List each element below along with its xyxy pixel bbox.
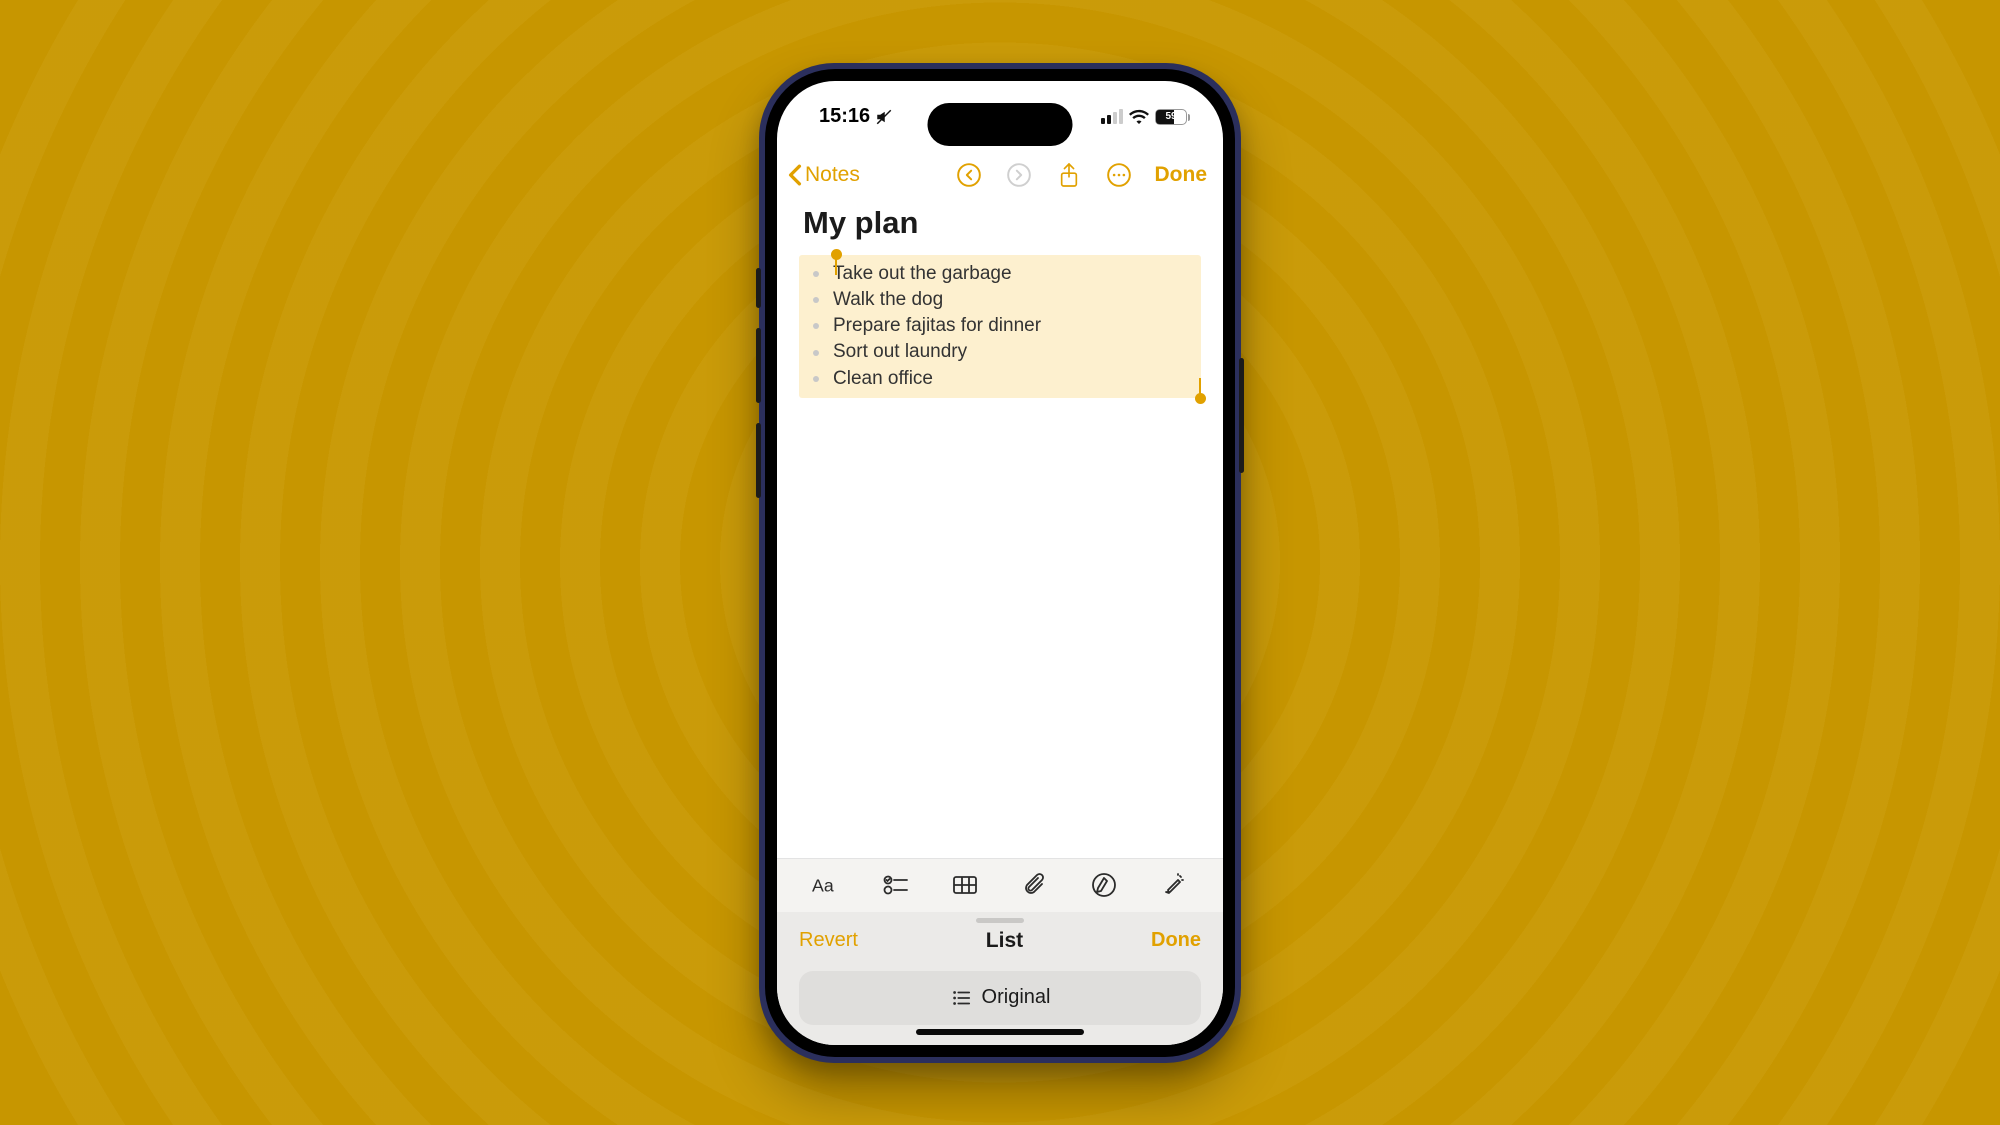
bullet-list[interactable]: Take out the garbage Walk the dog Prepar… xyxy=(799,261,1201,393)
selection-end-handle[interactable] xyxy=(1195,393,1206,404)
back-button[interactable]: Notes xyxy=(787,163,860,187)
mute-switch xyxy=(756,268,761,308)
list-bullet-icon xyxy=(950,987,972,1009)
paperclip-icon xyxy=(1023,872,1047,898)
list-item[interactable]: Clean office xyxy=(799,366,1201,392)
list-item[interactable]: Walk the dog xyxy=(799,287,1201,313)
battery-icon: 59 xyxy=(1155,109,1187,125)
dynamic-island xyxy=(928,103,1073,146)
text-selection-highlight[interactable]: Take out the garbage Walk the dog Prepar… xyxy=(799,255,1201,399)
revert-button[interactable]: Revert xyxy=(799,929,858,952)
navigation-bar: Notes xyxy=(777,153,1223,197)
undo-button[interactable] xyxy=(955,161,983,189)
redo-icon xyxy=(1006,162,1032,188)
phone-screen: 15:16 xyxy=(777,81,1223,1045)
ellipsis-circle-icon xyxy=(1106,162,1132,188)
panel-title: List xyxy=(986,929,1023,953)
share-button[interactable] xyxy=(1055,161,1083,189)
volume-up-button xyxy=(756,328,761,403)
list-item-text: Clean office xyxy=(833,367,933,391)
format-toolbar: Aa xyxy=(777,858,1223,912)
table-button[interactable] xyxy=(945,865,985,905)
share-icon xyxy=(1058,162,1080,188)
list-item[interactable]: Prepare fajitas for dinner xyxy=(799,313,1201,339)
list-item[interactable]: Sort out laundry xyxy=(799,339,1201,365)
status-time: 15:16 xyxy=(819,105,870,128)
back-label: Notes xyxy=(805,163,860,187)
original-button[interactable]: Original xyxy=(799,971,1201,1025)
cellular-signal-icon xyxy=(1101,109,1123,124)
list-item-text: Take out the garbage xyxy=(833,262,1012,286)
note-content[interactable]: My plan Take out the garbage Walk the do… xyxy=(777,197,1223,858)
text-style-icon: Aa xyxy=(812,874,840,896)
writing-tools-button[interactable] xyxy=(1154,865,1194,905)
writing-tools-icon xyxy=(1161,872,1187,898)
wifi-icon xyxy=(1129,109,1149,124)
panel-done-button[interactable]: Done xyxy=(1151,929,1201,952)
battery-percent: 59 xyxy=(1156,110,1186,124)
redo-button xyxy=(1005,161,1033,189)
pen-circle-icon xyxy=(1091,872,1117,898)
power-button xyxy=(1239,358,1244,473)
silent-mode-icon xyxy=(875,108,893,126)
phone-frame: 15:16 xyxy=(759,63,1241,1063)
checklist-button[interactable] xyxy=(876,865,916,905)
volume-down-button xyxy=(756,423,761,498)
table-icon xyxy=(952,874,978,896)
svg-text:Aa: Aa xyxy=(812,876,834,896)
original-button-label: Original xyxy=(982,986,1051,1009)
list-panel: Revert List Done Original xyxy=(777,912,1223,1045)
checklist-icon xyxy=(883,874,909,896)
text-style-button[interactable]: Aa xyxy=(806,865,846,905)
markup-button[interactable] xyxy=(1084,865,1124,905)
chevron-left-icon xyxy=(787,164,803,186)
home-indicator[interactable] xyxy=(916,1029,1084,1035)
more-button[interactable] xyxy=(1105,161,1133,189)
attachment-button[interactable] xyxy=(1015,865,1055,905)
undo-icon xyxy=(956,162,982,188)
note-title[interactable]: My plan xyxy=(803,205,1197,241)
done-button[interactable]: Done xyxy=(1155,163,1208,187)
list-item-text: Prepare fajitas for dinner xyxy=(833,314,1041,338)
list-item-text: Sort out laundry xyxy=(833,340,967,364)
selection-start-handle[interactable] xyxy=(831,249,842,260)
list-item[interactable]: Take out the garbage xyxy=(799,261,1201,287)
list-item-text: Walk the dog xyxy=(833,288,943,312)
